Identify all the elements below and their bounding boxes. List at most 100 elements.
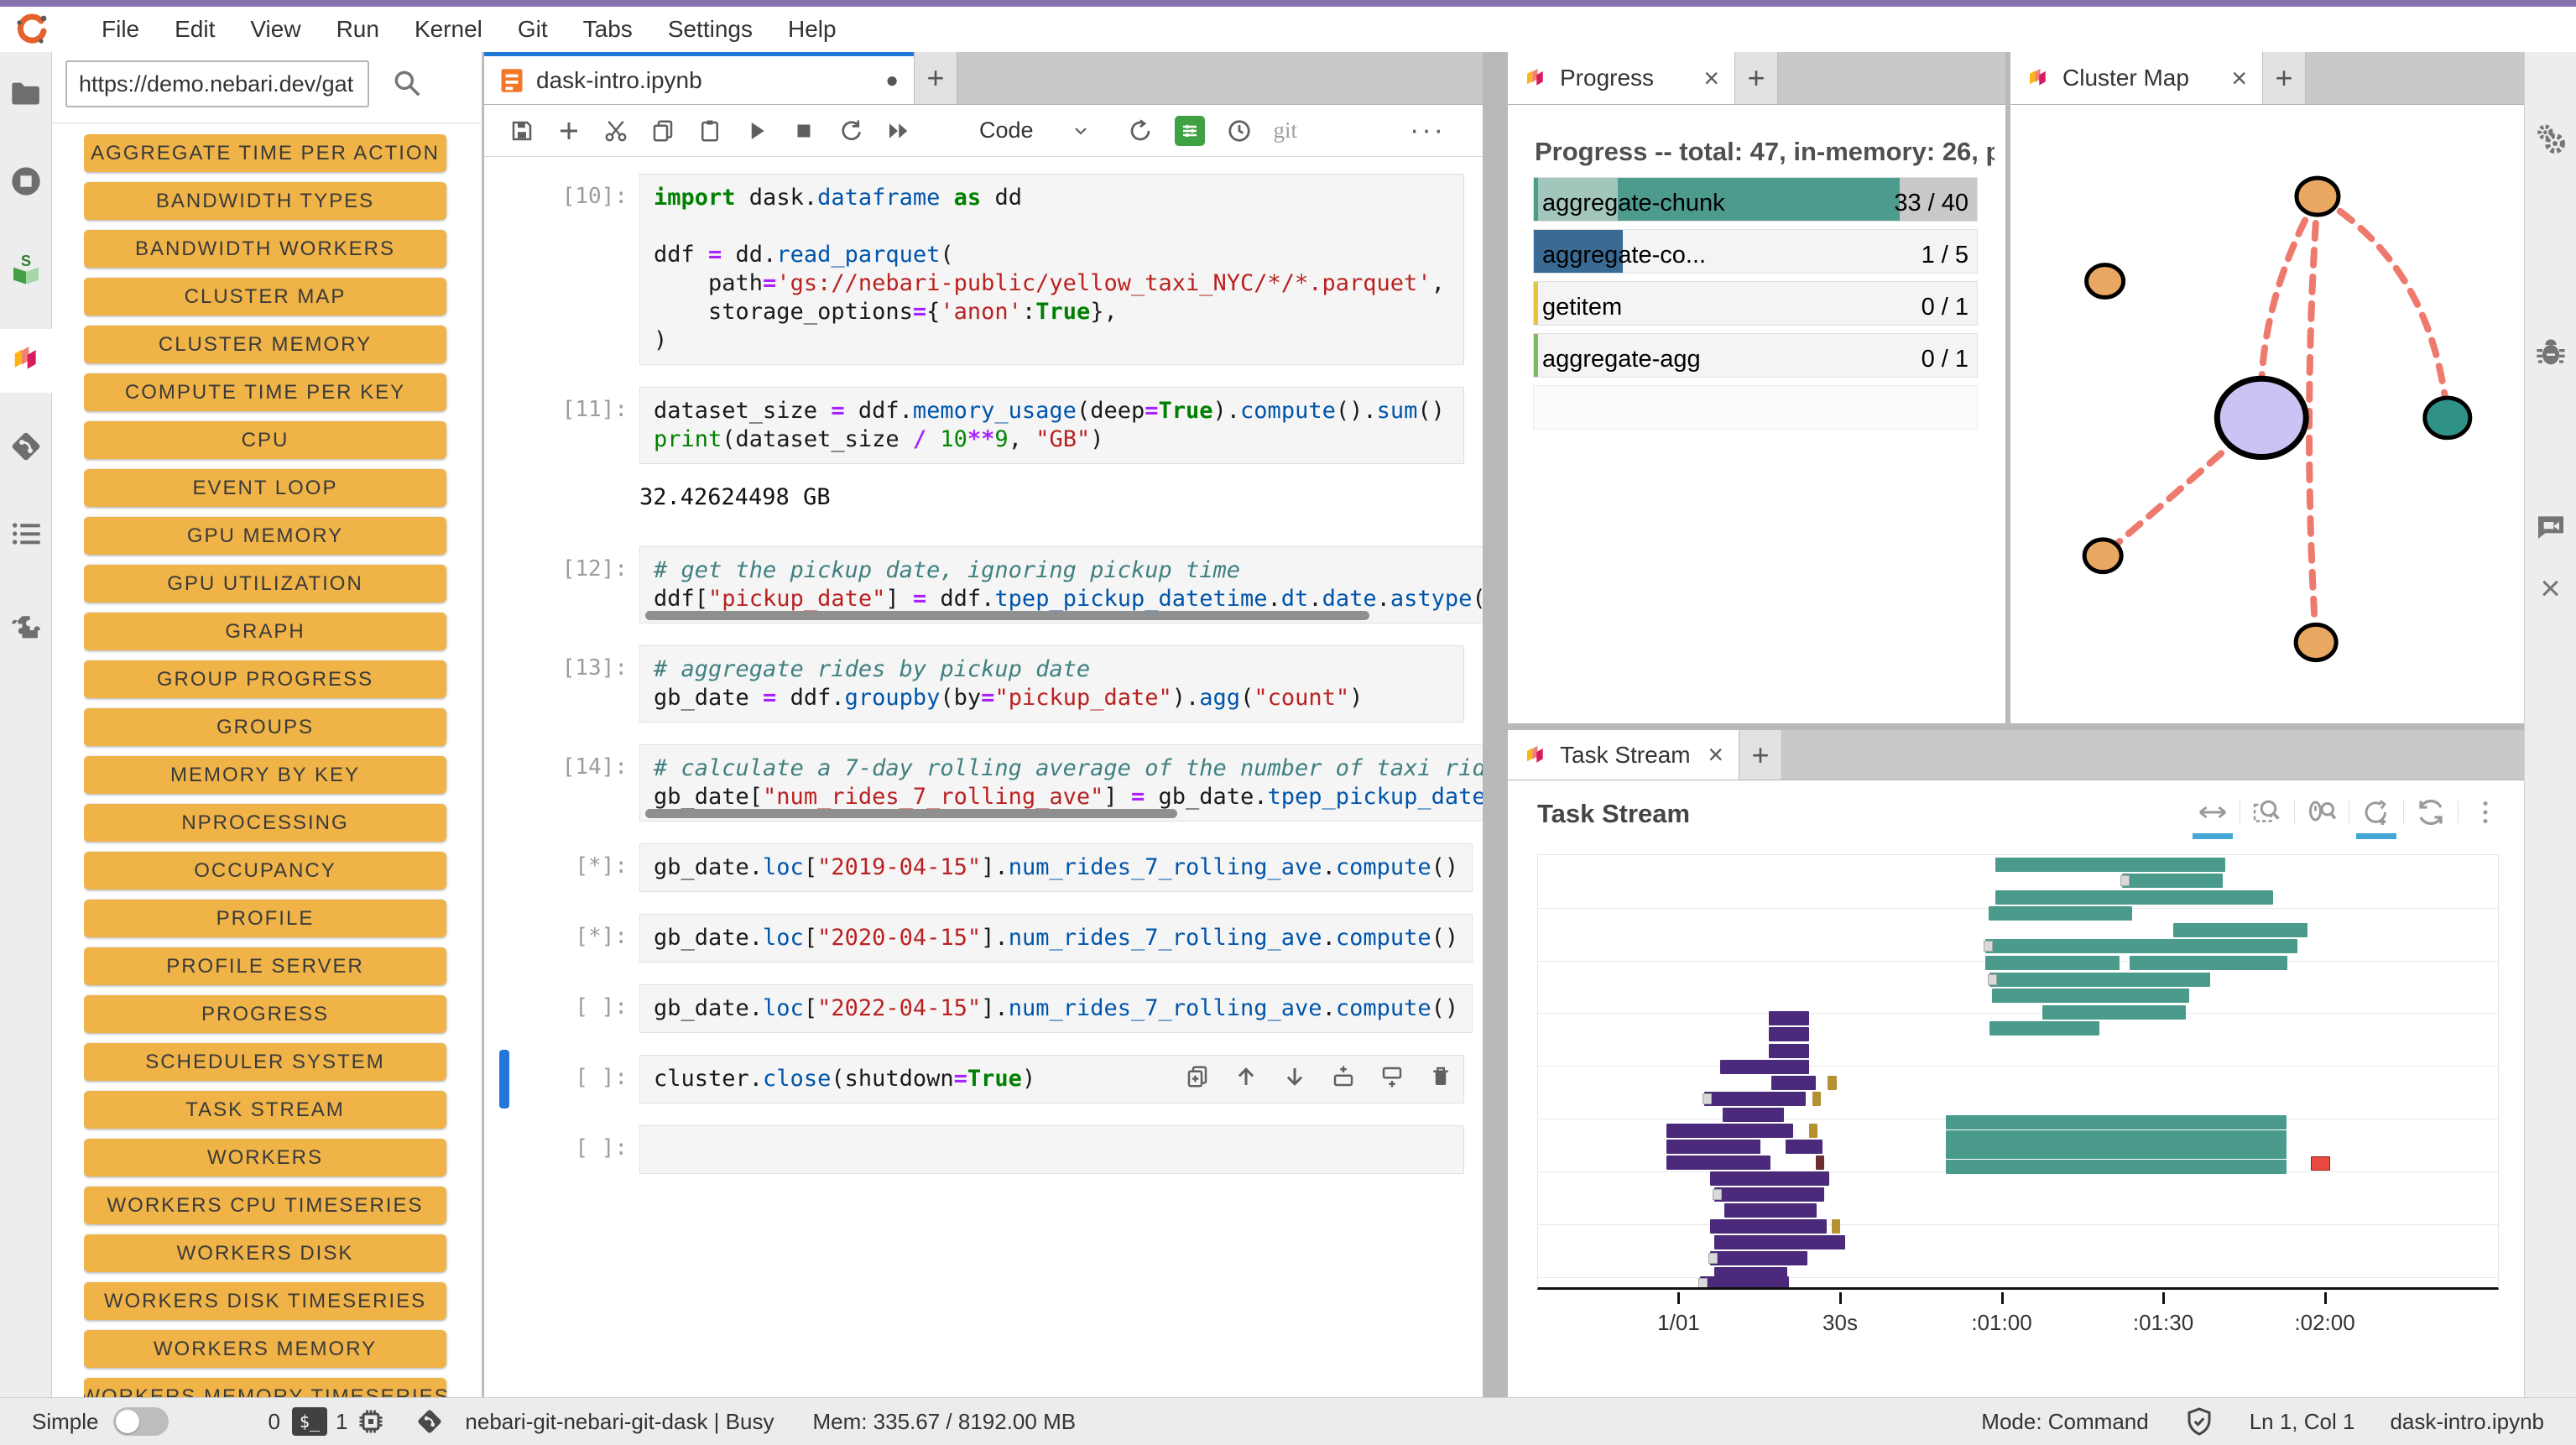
dask-button-compute-time-per-key[interactable]: COMPUTE TIME PER KEY xyxy=(84,373,446,411)
dask-button-nprocessing[interactable]: NPROCESSING xyxy=(84,804,446,842)
box-zoom-tool-icon[interactable] xyxy=(2250,796,2284,829)
table-of-contents-icon[interactable] xyxy=(9,517,43,550)
paste-cells-icon[interactable] xyxy=(697,118,722,143)
dask-button-graph[interactable]: GRAPH xyxy=(84,613,446,650)
dask-button-workers-disk[interactable]: WORKERS DISK xyxy=(84,1234,446,1272)
dask-button-workers-disk-timeseries[interactable]: WORKERS DISK TIMESERIES xyxy=(84,1282,446,1320)
execution-time-icon[interactable] xyxy=(1227,118,1252,143)
simple-mode-toggle[interactable] xyxy=(113,1407,169,1436)
new-tab-button[interactable]: + xyxy=(1739,730,1782,780)
chevron-down-icon[interactable] xyxy=(1071,121,1091,141)
cell-editor[interactable]: gb_date.loc["2019-04-15"].num_rides_7_ro… xyxy=(639,843,1473,892)
duplicate-cell-icon[interactable] xyxy=(1185,1064,1210,1089)
tab-task-stream[interactable]: Task Stream × xyxy=(1508,730,1739,780)
delete-cell-icon[interactable] xyxy=(1428,1064,1453,1089)
dask-button-cluster-memory[interactable]: CLUSTER MEMORY xyxy=(84,326,446,363)
video-chat-icon[interactable] xyxy=(2534,509,2568,543)
tab-progress[interactable]: Progress × xyxy=(1508,52,1734,104)
cell-editor[interactable]: # aggregate rides by pickup dategb_date … xyxy=(639,645,1464,722)
dask-button-cpu[interactable]: CPU xyxy=(84,421,446,459)
dask-button-bandwidth-types[interactable]: BANDWIDTH TYPES xyxy=(84,182,446,220)
dask-icon[interactable] xyxy=(9,342,43,376)
debugger-bug-icon[interactable] xyxy=(2534,336,2568,370)
task-stream-plot[interactable] xyxy=(1537,854,2499,1290)
move-cell-down-icon[interactable] xyxy=(1282,1064,1307,1089)
xwheel-zoom-tool-icon[interactable] xyxy=(2360,796,2393,829)
toolbar-menu-icon[interactable] xyxy=(2469,796,2502,829)
dask-button-group-progress[interactable]: GROUP PROGRESS xyxy=(84,660,446,698)
new-tab-button[interactable]: + xyxy=(914,52,957,104)
cell-editor[interactable]: dataset_size = ddf.memory_usage(deep=Tru… xyxy=(639,387,1464,464)
dask-button-bandwidth-workers[interactable]: BANDWIDTH WORKERS xyxy=(84,230,446,268)
close-icon[interactable]: × xyxy=(2218,63,2247,94)
dask-button-groups[interactable]: GROUPS xyxy=(84,708,446,746)
menu-git[interactable]: Git xyxy=(500,16,566,43)
kernel-status-text[interactable]: nebari-git-nebari-git-dask | Busy xyxy=(465,1409,774,1435)
cell-horizontal-scrollbar[interactable] xyxy=(645,809,1177,818)
dask-button-workers-memory[interactable]: WORKERS MEMORY xyxy=(84,1330,446,1368)
close-icon[interactable]: × xyxy=(1694,739,1723,770)
menu-file[interactable]: File xyxy=(84,16,157,43)
git-toolbar-label[interactable]: git xyxy=(1274,117,1298,143)
menu-help[interactable]: Help xyxy=(770,16,854,43)
dask-dashboard-url-input[interactable] xyxy=(65,60,369,107)
dask-button-task-stream[interactable]: TASK STREAM xyxy=(84,1091,446,1129)
cell-type-dropdown[interactable]: Code xyxy=(979,117,1034,143)
dask-button-gpu-utilization[interactable]: GPU UTILIZATION xyxy=(84,565,446,603)
cell-editor[interactable] xyxy=(639,1125,1464,1174)
close-icon[interactable]: × xyxy=(1690,63,1719,94)
kernel-chip-icon[interactable] xyxy=(356,1406,386,1437)
git-icon[interactable] xyxy=(9,430,43,463)
cell-editor[interactable]: import dask.dataframe as dd ddf = dd.rea… xyxy=(639,174,1464,365)
wheel-zoom-tool-icon[interactable] xyxy=(2305,796,2339,829)
move-cell-up-icon[interactable] xyxy=(1233,1064,1259,1089)
restart-kernel-icon[interactable] xyxy=(838,118,863,143)
dask-button-profile[interactable]: PROFILE xyxy=(84,900,446,937)
menu-kernel[interactable]: Kernel xyxy=(397,16,500,43)
insert-cell-icon[interactable] xyxy=(556,118,581,143)
dask-button-aggregate-time-per-action[interactable]: AGGREGATE TIME PER ACTION xyxy=(84,134,446,172)
reset-tool-icon[interactable] xyxy=(2414,796,2448,829)
dask-button-occupancy[interactable]: OCCUPANCY xyxy=(84,852,446,889)
property-inspector-gears-icon[interactable] xyxy=(2534,123,2568,156)
new-tab-button[interactable]: + xyxy=(2262,52,2306,104)
running-sessions-icon[interactable] xyxy=(9,164,43,198)
menu-settings[interactable]: Settings xyxy=(650,16,770,43)
insert-cell-below-icon[interactable] xyxy=(1379,1064,1405,1089)
more-commands-icon[interactable]: ··· xyxy=(1410,114,1457,147)
dask-button-workers[interactable]: WORKERS xyxy=(84,1139,446,1176)
cell-editor[interactable]: gb_date.loc["2022-04-15"].num_rides_7_ro… xyxy=(639,984,1473,1033)
dask-button-scheduler-system[interactable]: SCHEDULER SYSTEM xyxy=(84,1043,446,1081)
conda-store-icon[interactable]: S xyxy=(9,253,43,287)
dask-button-workers-cpu-timeseries[interactable]: WORKERS CPU TIMESERIES xyxy=(84,1187,446,1224)
dask-button-memory-by-key[interactable]: MEMORY BY KEY xyxy=(84,756,446,794)
cursor-position[interactable]: Ln 1, Col 1 xyxy=(2250,1409,2355,1435)
menu-view[interactable]: View xyxy=(232,16,318,43)
insert-cell-above-icon[interactable] xyxy=(1331,1064,1356,1089)
git-branch-icon[interactable] xyxy=(415,1406,445,1437)
menu-edit[interactable]: Edit xyxy=(157,16,232,43)
cluster-map-canvas[interactable] xyxy=(2010,105,2524,723)
save-icon[interactable] xyxy=(509,118,534,143)
cell-editor[interactable]: cluster.close(shutdown=True) xyxy=(639,1055,1464,1103)
tab-dask-intro[interactable]: dask-intro.ipynb ● xyxy=(484,52,914,104)
tab-cluster-map[interactable]: Cluster Map × xyxy=(2010,52,2262,104)
menu-run[interactable]: Run xyxy=(319,16,397,43)
new-tab-button[interactable]: + xyxy=(1734,52,1778,104)
system-monitor-icon[interactable] xyxy=(1175,116,1205,146)
search-icon[interactable] xyxy=(391,67,423,99)
cut-cells-icon[interactable] xyxy=(603,118,628,143)
dask-button-profile-server[interactable]: PROFILE SERVER xyxy=(84,947,446,985)
mode-indicator[interactable]: Mode: Command xyxy=(1981,1409,2148,1435)
extension-manager-icon[interactable] xyxy=(9,611,43,644)
dask-button-cluster-map[interactable]: CLUSTER MAP xyxy=(84,278,446,316)
dask-button-event-loop[interactable]: EVENT LOOP xyxy=(84,469,446,507)
cell-editor[interactable]: # get the pickup date, ignoring pickup t… xyxy=(639,546,1483,623)
dask-button-progress[interactable]: PROGRESS xyxy=(84,995,446,1033)
active-file-name[interactable]: dask-intro.ipynb xyxy=(2390,1409,2544,1435)
close-icon[interactable]: × xyxy=(2534,571,2568,605)
run-cell-icon[interactable] xyxy=(744,118,769,143)
menu-tabs[interactable]: Tabs xyxy=(566,16,650,43)
terminal-icon[interactable]: $_ xyxy=(292,1407,327,1436)
pan-tool-icon[interactable] xyxy=(2196,796,2229,829)
